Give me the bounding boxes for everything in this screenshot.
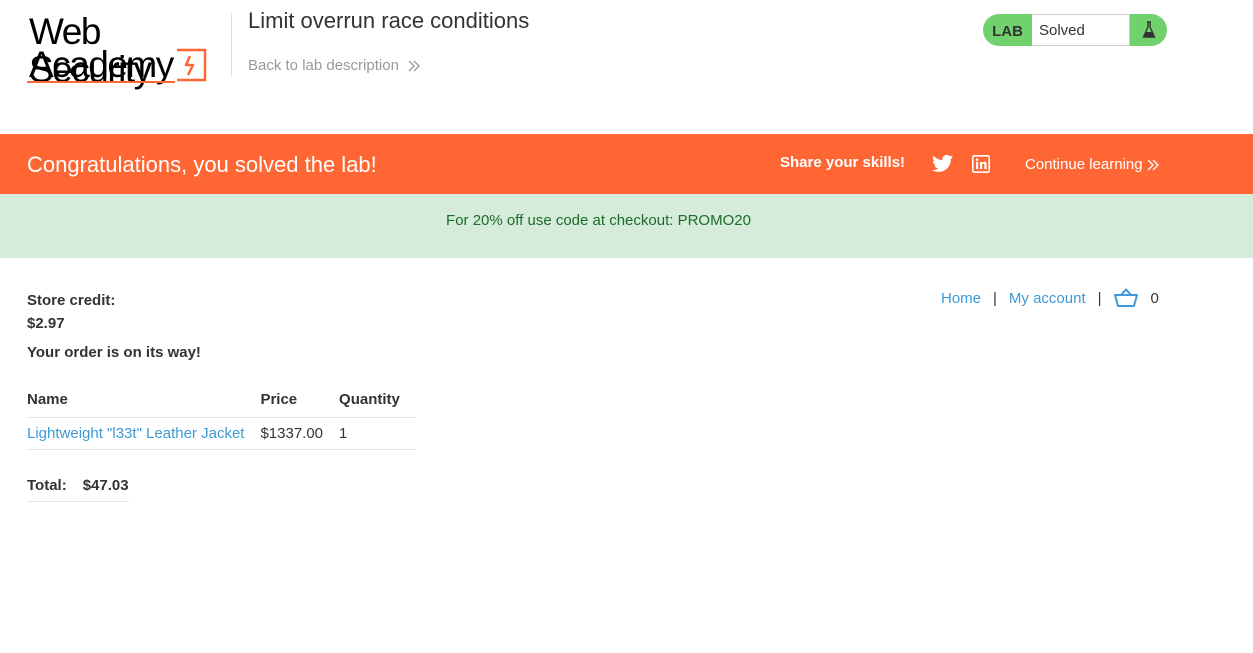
lab-status-value: Solved bbox=[1032, 14, 1130, 46]
table-row: Lightweight "l33t" Leather Jacket $1337.… bbox=[27, 417, 416, 450]
store-credit-label: Store credit: bbox=[27, 292, 116, 309]
academy-logo[interactable]: Web Security Academy bbox=[27, 13, 227, 89]
lab-status-label: LAB bbox=[992, 23, 1023, 40]
total-row: Total: $47.03 bbox=[27, 476, 129, 502]
store-credit-value: $2.97 bbox=[27, 315, 65, 332]
continue-learning-link[interactable]: Continue learning bbox=[1025, 156, 1160, 173]
share-skills-label: Share your skills! bbox=[780, 154, 906, 171]
store-credit: Store credit: $2.97 bbox=[27, 289, 115, 335]
lab-status-widget: LAB Solved bbox=[983, 14, 1167, 46]
flask-icon bbox=[1141, 21, 1156, 38]
logo-underline bbox=[27, 81, 175, 83]
order-total-table: Total: $47.03 bbox=[27, 476, 129, 502]
nav-separator: | bbox=[1097, 289, 1102, 307]
header-divider bbox=[231, 13, 232, 76]
cart-icon[interactable] bbox=[1113, 288, 1138, 308]
top-navigation: Home | My account | 0 bbox=[941, 288, 1159, 308]
congratulations-text: Congratulations, you solved the lab! bbox=[27, 152, 377, 177]
total-value: $47.03 bbox=[82, 476, 129, 502]
item-name-cell: Lightweight "l33t" Leather Jacket bbox=[27, 417, 261, 450]
double-chevron-right-icon bbox=[408, 60, 420, 71]
logo-mark-icon bbox=[177, 48, 207, 82]
nav-home-link[interactable]: Home bbox=[941, 290, 981, 307]
cart-count: 0 bbox=[1150, 289, 1159, 307]
item-quantity-cell: 1 bbox=[339, 417, 416, 450]
column-header-name: Name bbox=[27, 390, 261, 418]
continue-learning-label: Continue learning bbox=[1025, 156, 1143, 173]
item-name-link[interactable]: Lightweight "l33t" Leather Jacket bbox=[27, 425, 244, 442]
order-items-table: Name Price Quantity Lightweight "l33t" L… bbox=[27, 390, 416, 450]
nav-separator: | bbox=[993, 289, 997, 307]
logo-text-line2: Academy bbox=[29, 44, 174, 85]
total-label: Total: bbox=[27, 476, 83, 502]
promo-text: For 20% off use code at checkout: PROMO2… bbox=[446, 212, 751, 229]
promo-banner: For 20% off use code at checkout: PROMO2… bbox=[0, 194, 1253, 258]
order-confirmation-message: Your order is on its way! bbox=[27, 344, 201, 361]
nav-my-account-link[interactable]: My account bbox=[1009, 290, 1086, 307]
twitter-icon[interactable] bbox=[932, 154, 953, 173]
double-chevron-right-icon bbox=[1147, 159, 1159, 170]
back-to-description-link[interactable]: Back to lab description bbox=[248, 57, 421, 74]
linkedin-icon[interactable] bbox=[972, 155, 990, 173]
flask-icon-wrap bbox=[1130, 21, 1167, 39]
item-price-cell: $1337.00 bbox=[260, 417, 340, 450]
lab-header: Web Security Academy Limit overrun race … bbox=[0, 0, 1253, 134]
solved-banner: Congratulations, you solved the lab! Sha… bbox=[0, 134, 1253, 194]
column-header-price: Price bbox=[260, 390, 340, 418]
column-header-quantity: Quantity bbox=[339, 390, 416, 418]
back-link-label: Back to lab description bbox=[248, 57, 399, 74]
lab-title: Limit overrun race conditions bbox=[248, 8, 530, 33]
table-header-row: Name Price Quantity bbox=[27, 390, 416, 418]
